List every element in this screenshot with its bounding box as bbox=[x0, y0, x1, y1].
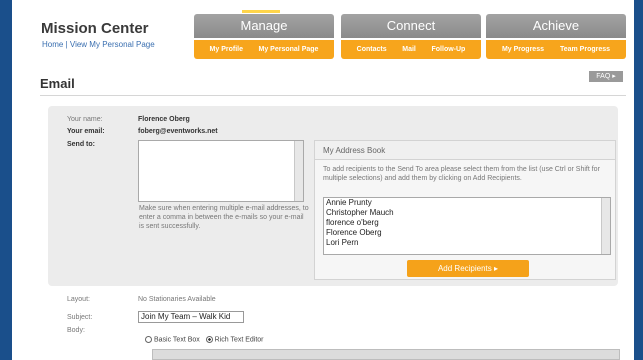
rich-text-editor-label: Rich Text Editor bbox=[214, 336, 264, 344]
list-item[interactable]: florence o'berg bbox=[324, 218, 610, 228]
subject-input[interactable]: Join My Team – Walk Kid bbox=[138, 311, 244, 323]
list-item[interactable]: Florence Oberg bbox=[324, 228, 610, 238]
send-to-scrollbar[interactable] bbox=[294, 141, 303, 201]
page-frame: Mission Center Home | View My Personal P… bbox=[12, 0, 634, 360]
nav-contacts[interactable]: Contacts bbox=[357, 46, 387, 53]
home-link[interactable]: Home bbox=[42, 40, 63, 49]
view-personal-page-link[interactable]: View My Personal Page bbox=[70, 40, 155, 49]
send-to-textarea[interactable] bbox=[138, 140, 304, 202]
nav-my-progress[interactable]: My Progress bbox=[502, 46, 544, 53]
radio-rich-text-editor[interactable] bbox=[205, 336, 213, 343]
section-heading: Email bbox=[40, 76, 75, 91]
nav-achieve-tab[interactable]: Achieve bbox=[486, 14, 626, 38]
rich-text-toolbar[interactable] bbox=[152, 349, 620, 360]
address-book-title: My Address Book bbox=[315, 141, 615, 160]
list-item[interactable]: Lori Pern bbox=[324, 238, 610, 248]
your-name-value: Florence Oberg bbox=[138, 116, 190, 123]
editor-mode-options: Basic Text Box Rich Text Editor bbox=[145, 336, 264, 343]
layout-value: No Stationaries Available bbox=[138, 296, 216, 303]
address-book-panel: My Address Book To add recipients to the… bbox=[314, 140, 616, 280]
nav-achieve-subitems: My Progress Team Progress bbox=[486, 40, 626, 59]
nav-my-profile[interactable]: My Profile bbox=[210, 46, 243, 53]
send-to-label: Send to: bbox=[67, 141, 95, 148]
header-links: Home | View My Personal Page bbox=[42, 40, 155, 49]
nav-connect: Connect Contacts Mail Follow-Up bbox=[341, 14, 481, 59]
nav-manage-tab[interactable]: Manage bbox=[194, 14, 334, 38]
subject-label: Subject: bbox=[67, 314, 93, 321]
separator: | bbox=[65, 40, 68, 49]
divider bbox=[40, 95, 626, 96]
nav-team-progress[interactable]: Team Progress bbox=[560, 46, 610, 53]
nav-manage: Manage My Profile My Personal Page bbox=[194, 14, 334, 59]
address-book-list[interactable]: Annie Prunty Christopher Mauch florence … bbox=[323, 197, 611, 255]
page-title: Mission Center bbox=[41, 20, 149, 37]
nav-achieve: Achieve My Progress Team Progress bbox=[486, 14, 626, 59]
your-email-value: foberg@eventworks.net bbox=[138, 128, 218, 135]
your-email-label: Your email: bbox=[67, 128, 105, 135]
list-item[interactable]: Annie Prunty bbox=[324, 198, 610, 208]
active-nav-indicator bbox=[242, 10, 280, 13]
faq-button[interactable]: FAQ ▸ bbox=[589, 71, 623, 82]
your-name-label: Your name: bbox=[67, 116, 103, 123]
list-item[interactable]: Christopher Mauch bbox=[324, 208, 610, 218]
nav-mail[interactable]: Mail bbox=[402, 46, 416, 53]
radio-basic-text-box[interactable] bbox=[145, 336, 152, 343]
nav-manage-subitems: My Profile My Personal Page bbox=[194, 40, 334, 59]
layout-label: Layout: bbox=[67, 296, 90, 303]
basic-text-box-label: Basic Text Box bbox=[154, 336, 200, 344]
address-book-instructions: To add recipients to the Send To area pl… bbox=[323, 166, 600, 182]
address-list-scrollbar[interactable] bbox=[601, 198, 610, 254]
nav-follow-up[interactable]: Follow-Up bbox=[432, 46, 466, 53]
send-to-hint: Make sure when entering multiple e-mail … bbox=[139, 205, 309, 230]
nav-connect-tab[interactable]: Connect bbox=[341, 14, 481, 38]
nav-my-personal-page[interactable]: My Personal Page bbox=[259, 46, 319, 53]
add-recipients-button[interactable]: Add Recipients ▸ bbox=[407, 260, 529, 277]
nav-connect-subitems: Contacts Mail Follow-Up bbox=[341, 40, 481, 59]
body-label: Body: bbox=[67, 327, 85, 334]
